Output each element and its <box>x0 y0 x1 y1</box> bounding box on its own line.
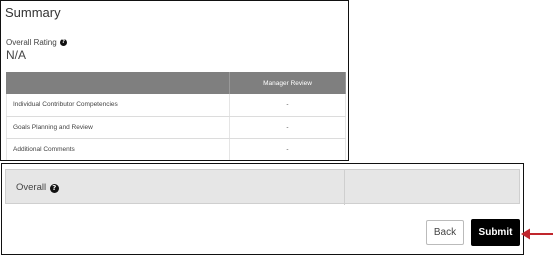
table-row: Goals Planning and Review - <box>6 116 346 139</box>
table-cell-value: - <box>229 94 346 117</box>
overall-text: Overall <box>16 182 47 193</box>
submit-button[interactable]: Submit <box>471 219 520 246</box>
overall-panel: Overall ? Back Submit <box>1 163 524 255</box>
help-icon[interactable]: ? <box>49 184 59 193</box>
column-divider <box>344 170 345 205</box>
help-icon[interactable]: ? <box>59 39 67 46</box>
table-cell-value: - <box>229 116 346 139</box>
table-cell-value: - <box>229 138 346 160</box>
table-header-section <box>6 72 230 94</box>
table-cell-section: Individual Contributor Competencies <box>6 94 230 117</box>
overall-row: Overall ? <box>5 169 520 205</box>
overall-label: Overall ? <box>16 182 59 193</box>
table-cell-section: Goals Planning and Review <box>6 116 230 139</box>
table-header-row: Manager Review <box>6 72 346 94</box>
summary-panel: Summary Overall Rating ? N/A Manager Rev… <box>0 0 349 161</box>
back-button[interactable]: Back <box>426 220 464 245</box>
overall-rating-text: Overall Rating <box>6 38 57 47</box>
pointer-arrow-icon <box>521 228 553 240</box>
summary-title: Summary <box>5 5 61 20</box>
review-summary-table: Manager Review Individual Contributor Co… <box>6 72 346 160</box>
table-row: Additional Comments - <box>6 138 346 160</box>
table-row: Individual Contributor Competencies - <box>6 94 346 117</box>
table-header-manager-review: Manager Review <box>229 72 346 94</box>
overall-rating-value: N/A <box>6 48 27 62</box>
overall-rating-label: Overall Rating ? <box>6 38 67 47</box>
table-cell-section: Additional Comments <box>6 138 230 160</box>
